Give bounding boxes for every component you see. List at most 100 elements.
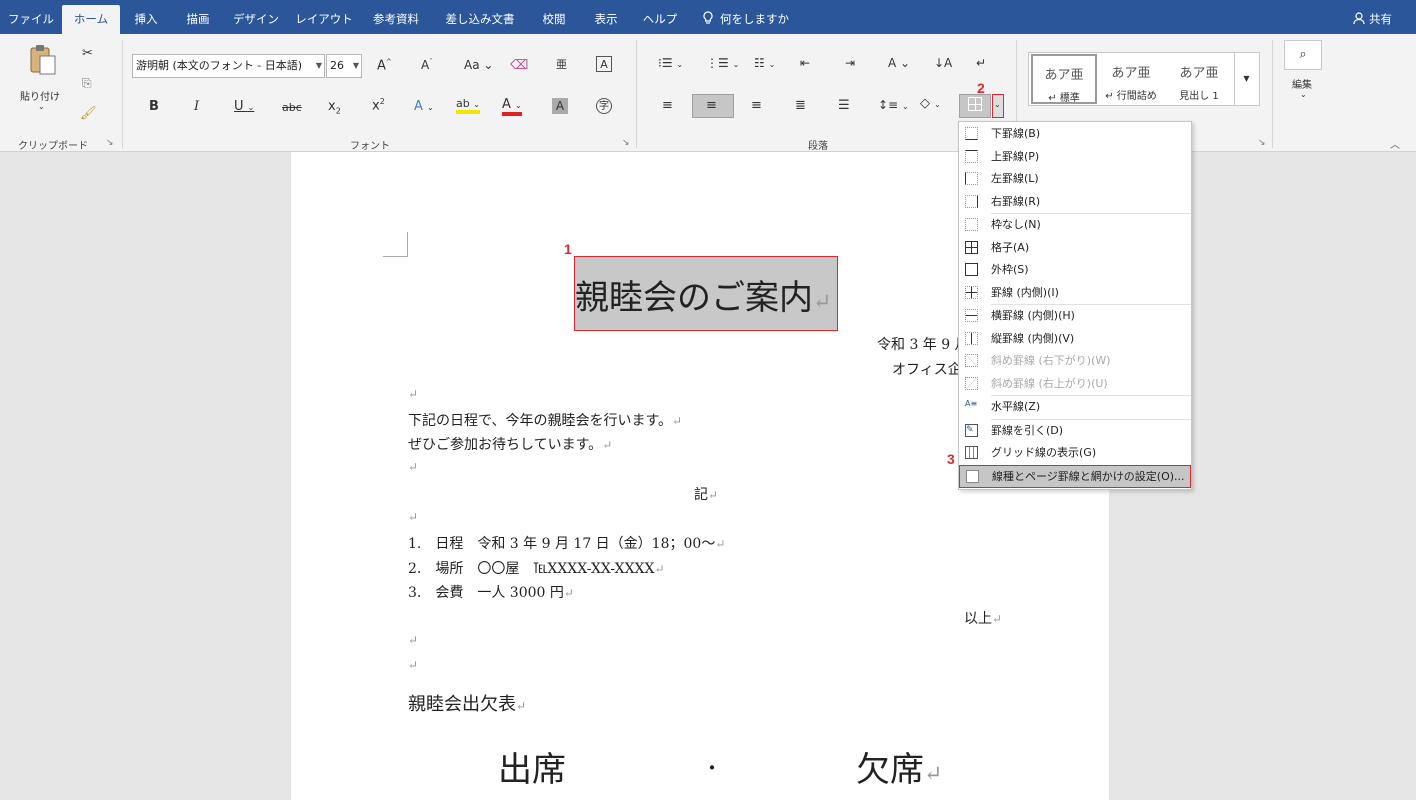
menu-item-horizontal-line[interactable]: A≡ 水平線(Z)	[959, 396, 1191, 419]
horizontal-line-icon: A≡	[965, 399, 978, 408]
text-effects-icon[interactable]: A ⌄	[414, 99, 434, 114]
menu-item-bottom-border[interactable]: 下罫線(B)	[959, 123, 1191, 146]
menu-item-no-border[interactable]: 枠なし(N)	[959, 214, 1191, 237]
absent-line: 欠席↵	[856, 742, 942, 791]
menu-item-inside-borders[interactable]: 罫線 (内側)(I)	[959, 282, 1191, 305]
menu-item-borders-and-shading[interactable]: 線種とページ罫線と網かけの設定(O)...	[959, 465, 1191, 488]
tab-mailings[interactable]: 差し込み文書	[440, 0, 520, 34]
menu-item-top-border[interactable]: 上罫線(P)	[959, 146, 1191, 169]
align-right-icon[interactable]: ≡	[751, 98, 762, 113]
font-name-box[interactable]: 游明朝 (本文のフォント - 日本語) ▼	[132, 54, 325, 78]
subscript-icon[interactable]: x2	[328, 99, 341, 116]
gridlines-icon	[965, 446, 978, 459]
bullets-icon[interactable]: ⁝☰ ⌄	[658, 56, 683, 70]
distribute-icon[interactable]: ☰	[838, 98, 850, 113]
shrink-font-icon[interactable]: Aˇ	[421, 58, 433, 72]
inside-borders-icon	[965, 285, 978, 299]
style-heading1[interactable]: あア亜 見出し 1	[1166, 52, 1232, 104]
grow-font-icon[interactable]: A^	[377, 58, 392, 73]
list-item: 3. 会費 一人 3000 円↵	[408, 582, 574, 602]
menu-item-right-border[interactable]: 右罫線(R)	[959, 191, 1191, 214]
menu-item-inside-vertical[interactable]: 縦罫線 (内側)(V)	[959, 328, 1191, 351]
tab-draw[interactable]: 描画	[176, 0, 220, 34]
font-color-icon[interactable]: A ⌄	[502, 97, 522, 116]
tab-help[interactable]: ヘルプ	[636, 0, 684, 34]
search-icon[interactable]: ⌕	[1284, 40, 1322, 70]
menu-item-label: 縦罫線 (内側)(V)	[991, 331, 1075, 345]
numbering-icon[interactable]: ⋮☰ ⌄	[706, 56, 739, 70]
align-center-icon: ≡	[706, 98, 717, 113]
menu-item-label: 罫線を引く(D)	[991, 423, 1064, 437]
change-case-icon[interactable]: Aa ⌄	[464, 58, 493, 72]
asian-layout-icon[interactable]: A ⌄	[888, 56, 910, 70]
list-item: 2. 場所 〇〇屋 ℡XXXX-XX-XXXX↵	[408, 558, 665, 578]
font-launcher-icon[interactable]: ↘	[622, 138, 630, 148]
styles-more-icon[interactable]: ▼	[1234, 52, 1258, 106]
menu-item-outside-borders[interactable]: 外枠(S)	[959, 259, 1191, 282]
cut-icon[interactable]: ✂	[82, 46, 93, 61]
menu-item-label: 右罫線(R)	[991, 194, 1041, 208]
tab-references[interactable]: 参考資料	[366, 0, 426, 34]
styles-launcher-icon[interactable]: ↘	[1258, 138, 1266, 148]
tab-insert[interactable]: 挿入	[124, 0, 168, 34]
menu-item-all-borders[interactable]: 格子(A)	[959, 237, 1191, 260]
style-no-spacing[interactable]: あア亜 ↵ 行間詰め	[1098, 52, 1164, 104]
show-marks-icon[interactable]: ↵	[976, 56, 986, 70]
collapse-ribbon-icon[interactable]: ︿	[1390, 136, 1400, 151]
person-icon	[1353, 12, 1365, 25]
decrease-indent-icon[interactable]: ⇤	[800, 56, 810, 70]
line-spacing-icon[interactable]: ↕≡ ⌄	[878, 98, 909, 112]
tab-review[interactable]: 校閲	[532, 0, 576, 34]
tab-file[interactable]: ファイル	[0, 0, 62, 34]
title-text: 親睦会のご案内	[575, 278, 813, 318]
align-left-icon[interactable]: ≡	[662, 98, 673, 113]
editing-label[interactable]: 編集	[1292, 76, 1312, 91]
font-size-box[interactable]: 26 ▼	[326, 54, 362, 78]
phonetic-guide-icon[interactable]: 亜	[556, 56, 567, 72]
menu-item-diagonal-down: 斜め罫線 (右下がり)(W)	[959, 350, 1191, 373]
tab-home[interactable]: ホーム	[62, 5, 120, 34]
strikethrough-icon[interactable]: abc	[282, 101, 302, 114]
character-border-icon[interactable]: A	[596, 56, 612, 72]
menu-item-inside-horizontal[interactable]: 横罫線 (内側)(H)	[959, 305, 1191, 328]
format-painter-icon[interactable]: 🖌	[80, 106, 97, 121]
superscript-icon[interactable]: x2	[372, 97, 385, 113]
tab-layout[interactable]: レイアウト	[294, 0, 354, 34]
style-name: 見出し 1	[1179, 91, 1219, 102]
paste-dropdown-icon[interactable]: ⌄	[38, 102, 45, 111]
share-button[interactable]: 共有	[1353, 0, 1392, 34]
copy-icon[interactable]: ⎘	[82, 76, 92, 91]
body-line-1: 下記の日程で、今年の親睦会を行います。↵	[408, 410, 682, 430]
style-normal[interactable]: あア亜 ↵ 標準	[1031, 54, 1097, 104]
multilevel-list-icon[interactable]: ☷ ⌄	[754, 56, 775, 70]
lightbulb-icon	[703, 11, 713, 24]
menu-item-draw-table[interactable]: ✎ 罫線を引く(D)	[959, 420, 1191, 443]
justify-icon[interactable]: ≣	[795, 98, 806, 113]
highlight-color-icon[interactable]: ab ⌄	[456, 97, 480, 114]
clipboard-launcher-icon[interactable]: ↘	[106, 138, 114, 148]
italic-icon[interactable]: I	[194, 99, 199, 114]
sort-icon[interactable]: ↓A	[934, 56, 952, 70]
tell-me-box[interactable]: 何をしますか	[702, 0, 789, 34]
tab-design[interactable]: デザイン	[228, 0, 284, 34]
document-title[interactable]: 親睦会のご案内↵	[575, 270, 831, 319]
ki-text: 記	[694, 487, 708, 503]
menu-item-view-gridlines[interactable]: グリッド線の表示(G)	[959, 442, 1191, 465]
attendance-title: 親睦会出欠表↵	[408, 690, 526, 716]
increase-indent-icon[interactable]: ⇥	[845, 56, 855, 70]
character-shading-icon[interactable]: A	[552, 98, 568, 114]
tab-view[interactable]: 表示	[584, 0, 628, 34]
paste-button[interactable]	[28, 44, 58, 80]
list-item: 1. 日程 令和 3 年 9 月 17 日（金）18；00〜↵	[408, 533, 725, 553]
font-group-label: フォント	[350, 141, 390, 152]
menu-item-label: 枠なし(N)	[991, 218, 1041, 231]
clear-formatting-icon[interactable]: ⌫	[510, 58, 528, 73]
bold-icon[interactable]: B	[149, 99, 159, 114]
menu-item-left-border[interactable]: 左罫線(L)	[959, 168, 1191, 191]
style-preview: あア亜	[1044, 68, 1084, 83]
menu-item-label: グリッド線の表示(G)	[991, 446, 1097, 459]
underline-icon[interactable]: U ⌄	[234, 99, 254, 114]
return-mark: ↵	[408, 658, 419, 672]
enclose-characters-icon[interactable]: 字	[596, 98, 612, 114]
shading-icon[interactable]: ◇ ⌄	[920, 96, 941, 111]
